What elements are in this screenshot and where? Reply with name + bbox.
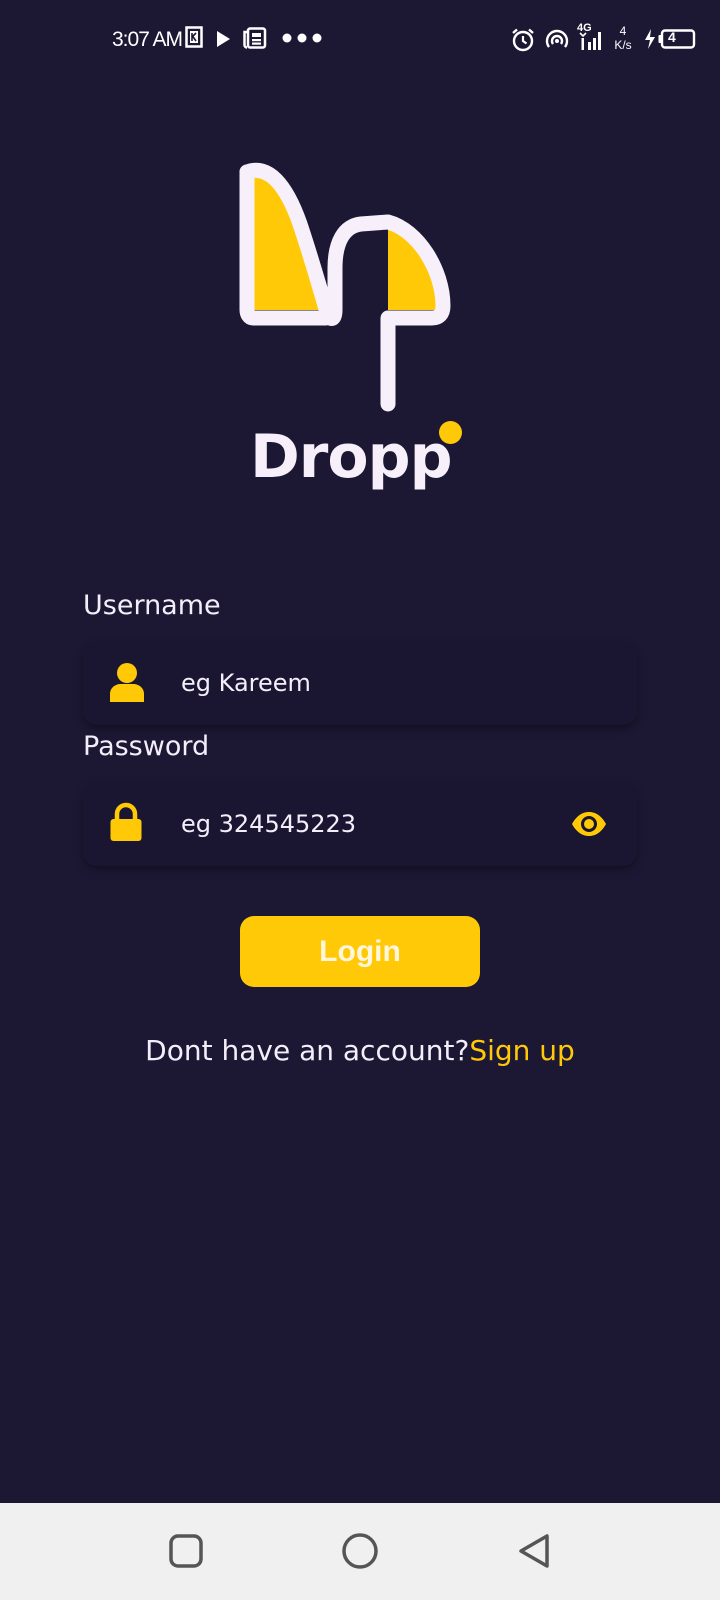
navigation-bar [0,1503,720,1600]
password-label: Password [83,731,210,762]
alarm-icon [512,28,534,52]
app-name: Dropp [250,422,453,492]
hotspot-icon [545,29,569,48]
password-field[interactable] [83,782,637,866]
username-input[interactable] [181,641,541,725]
username-label: Username [83,590,221,621]
k-app-icon [185,26,203,48]
battery-level: 4 [668,29,676,45]
lock-icon [110,802,142,841]
back-icon[interactable] [516,1532,552,1570]
username-field[interactable] [83,641,637,725]
battery-icon [658,29,696,49]
play-icon [217,31,230,47]
signup-row: Dont have an account?Sign up [0,1034,720,1067]
home-icon[interactable] [341,1532,379,1570]
eye-icon[interactable] [571,812,607,836]
signup-prompt: Dont have an account? [145,1034,470,1067]
more-dots-icon [282,33,322,43]
user-icon [110,663,144,702]
status-time: 3:07 AM [112,28,183,51]
news-icon [243,27,267,49]
logo-dot [439,421,462,444]
dropp-logo-mark [239,162,451,412]
signup-link[interactable]: Sign up [469,1034,575,1067]
login-button[interactable]: Login [240,916,480,987]
signal-icon [579,32,601,50]
password-input[interactable] [181,782,541,866]
recent-apps-icon[interactable] [168,1533,204,1569]
net-speed: 4 K/s [614,24,632,52]
charging-icon [645,29,655,49]
status-bar: 3:07 AM 4G 4 K/s 4 [0,0,720,80]
